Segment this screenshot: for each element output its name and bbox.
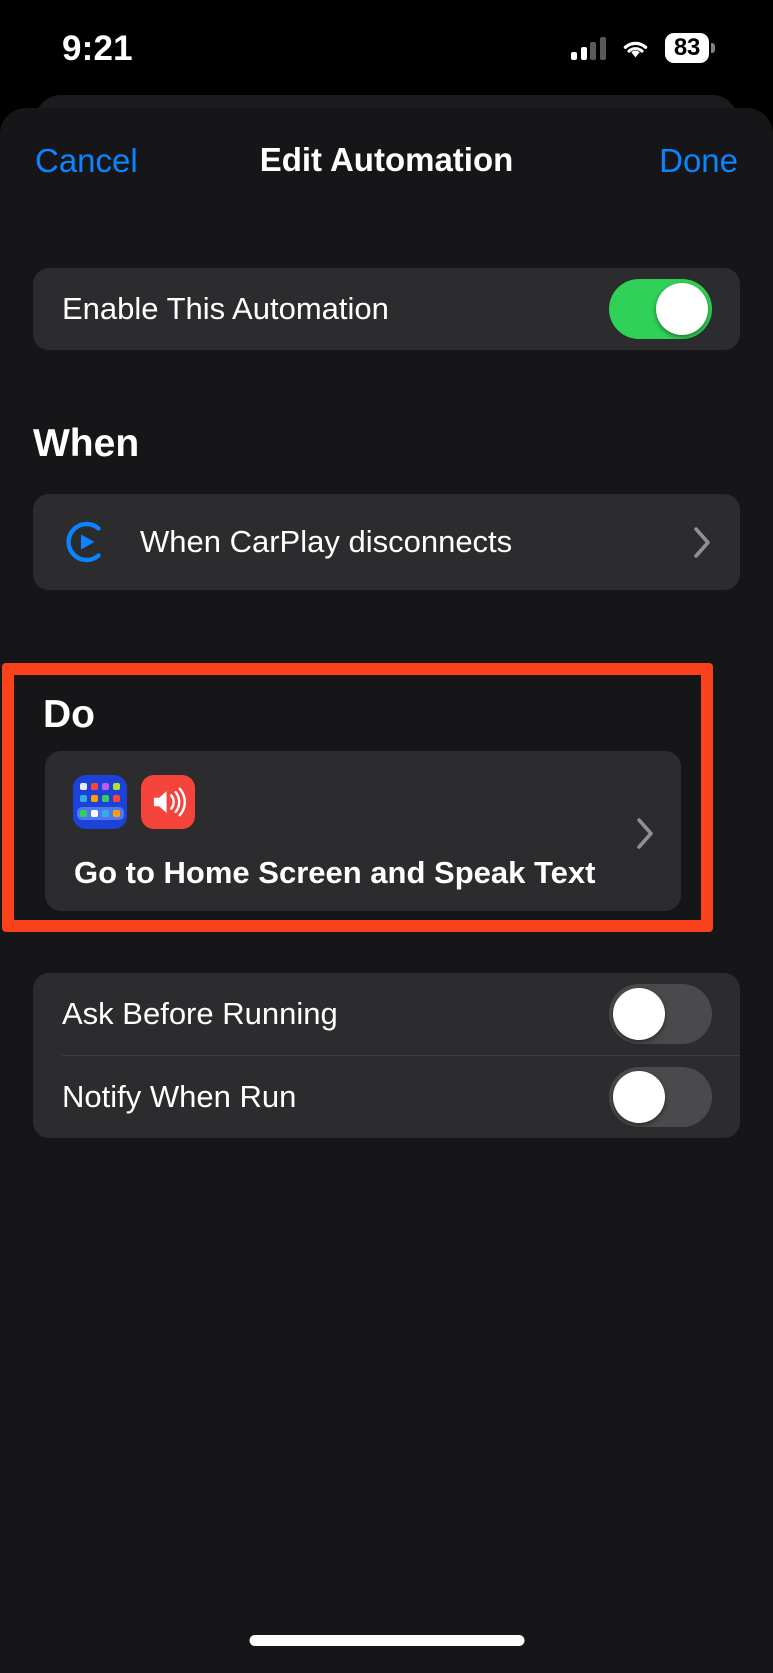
do-section-highlight-box: Do Go to Home Screen and Speak Text xyxy=(2,663,713,932)
chevron-right-icon xyxy=(637,818,653,849)
battery-nub-icon xyxy=(711,43,715,53)
speak-text-speaker-icon xyxy=(141,775,195,829)
do-section-title: Do xyxy=(43,693,95,736)
chevron-right-icon xyxy=(694,526,710,558)
when-trigger-row[interactable]: When CarPlay disconnects xyxy=(33,494,740,590)
toggle-knob xyxy=(656,283,708,335)
status-bar: 9:21 83 xyxy=(0,0,773,96)
enable-automation-toggle[interactable] xyxy=(609,279,712,339)
do-section: Do Go to Home Screen and Speak Text xyxy=(14,675,701,920)
toggle-knob xyxy=(613,988,665,1040)
when-trigger-label: When CarPlay disconnects xyxy=(140,524,513,559)
ask-before-running-row[interactable]: Ask Before Running xyxy=(33,973,740,1055)
battery-indicator: 83 xyxy=(664,32,715,64)
when-section-title: When xyxy=(33,422,140,465)
ask-before-running-label: Ask Before Running xyxy=(62,996,338,1031)
enable-automation-label: Enable This Automation xyxy=(62,291,389,326)
home-screen-dock xyxy=(76,807,124,820)
enable-automation-row[interactable]: Enable This Automation xyxy=(33,268,740,350)
when-trigger-card: When CarPlay disconnects xyxy=(33,494,740,590)
notify-when-run-toggle[interactable] xyxy=(609,1067,712,1127)
shortcut-name-label: Go to Home Screen and Speak Text xyxy=(74,855,596,890)
wifi-icon xyxy=(623,41,648,57)
notify-when-run-row[interactable]: Notify When Run xyxy=(33,1056,740,1138)
automation-options-card: Ask Before Running Notify When Run xyxy=(33,973,740,1138)
carplay-play-circle-icon xyxy=(66,521,101,563)
cancel-button[interactable]: Cancel xyxy=(33,138,140,183)
status-bar-time: 9:21 xyxy=(62,28,133,68)
home-indicator[interactable] xyxy=(249,1635,524,1646)
do-shortcut-card[interactable]: Go to Home Screen and Speak Text xyxy=(45,751,681,911)
cellular-bars-icon xyxy=(571,36,606,60)
iphone-screen: 9:21 83 Cancel Edit Automation Done Enab… xyxy=(0,0,773,1673)
ask-before-running-toggle[interactable] xyxy=(609,984,712,1044)
home-screen-icon xyxy=(73,775,127,829)
battery-percent-label: 83 xyxy=(664,32,709,64)
shortcut-app-icons xyxy=(73,775,195,829)
notify-when-run-label: Notify When Run xyxy=(62,1079,297,1114)
status-bar-indicators: 83 xyxy=(571,32,715,64)
toggle-knob xyxy=(613,1071,665,1123)
enable-automation-card: Enable This Automation xyxy=(33,268,740,350)
done-button[interactable]: Done xyxy=(657,138,740,183)
navigation-bar: Cancel Edit Automation Done xyxy=(0,108,773,212)
